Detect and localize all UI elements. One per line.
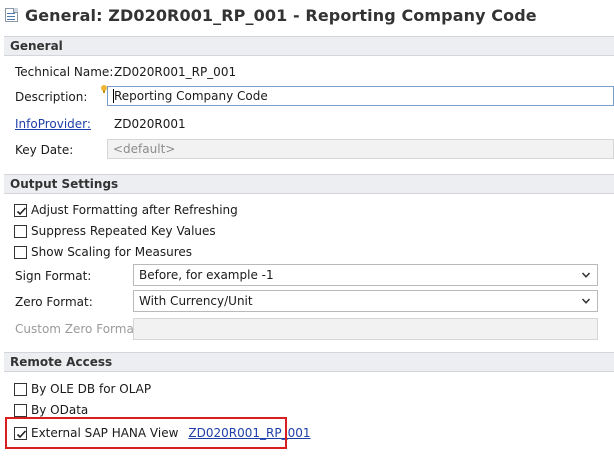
technical-name-value: ZD020R001_RP_001 bbox=[114, 65, 237, 79]
zero-format-value: With Currency/Unit bbox=[139, 294, 253, 308]
sign-format-value: Before, for example -1 bbox=[139, 268, 274, 282]
section-general-header[interactable]: General bbox=[4, 36, 614, 56]
suppress-repeated-checkbox[interactable] bbox=[14, 224, 27, 238]
description-input[interactable]: Reporting Company Code bbox=[107, 86, 614, 106]
adjust-formatting-label: Adjust Formatting after Refreshing bbox=[31, 203, 238, 217]
highlight-annotation-box bbox=[5, 417, 287, 449]
infoprovider-value: ZD020R001 bbox=[114, 117, 186, 131]
show-scaling-checkbox[interactable] bbox=[14, 245, 27, 259]
zero-format-label: Zero Format: bbox=[15, 295, 93, 309]
suppress-repeated-checkbox-row[interactable]: Suppress Repeated Key Values bbox=[14, 224, 216, 238]
adjust-formatting-checkbox[interactable] bbox=[14, 203, 27, 217]
key-date-input: <default> bbox=[107, 139, 614, 159]
suppress-repeated-label: Suppress Repeated Key Values bbox=[31, 224, 216, 238]
custom-zero-format-input bbox=[133, 318, 598, 340]
chevron-down-icon bbox=[581, 298, 591, 304]
key-date-label: Key Date: bbox=[15, 143, 74, 157]
odata-label: By OData bbox=[31, 403, 89, 417]
description-label: Description: bbox=[15, 90, 88, 104]
odata-checkbox-row[interactable]: By OData bbox=[14, 403, 88, 417]
show-scaling-checkbox-row[interactable]: Show Scaling for Measures bbox=[14, 245, 192, 259]
ole-db-label: By OLE DB for OLAP bbox=[31, 382, 152, 396]
chevron-down-icon bbox=[581, 272, 591, 278]
editor-title: General: ZD020R001_RP_001 - Reporting Co… bbox=[25, 5, 537, 25]
section-output-settings-header[interactable]: Output Settings bbox=[4, 174, 614, 194]
document-icon bbox=[4, 7, 20, 23]
show-scaling-label: Show Scaling for Measures bbox=[31, 245, 193, 259]
ole-db-checkbox-row[interactable]: By OLE DB for OLAP bbox=[14, 382, 151, 396]
technical-name-label: Technical Name: bbox=[15, 65, 114, 79]
description-input-text: Reporting Company Code bbox=[114, 89, 268, 103]
custom-zero-format-label: Custom Zero Format: bbox=[15, 322, 143, 336]
zero-format-select[interactable]: With Currency/Unit bbox=[133, 290, 598, 312]
odata-checkbox[interactable] bbox=[14, 403, 27, 417]
sign-format-label: Sign Format: bbox=[15, 269, 92, 283]
checkmark-icon bbox=[16, 206, 27, 215]
adjust-formatting-checkbox-row[interactable]: Adjust Formatting after Refreshing bbox=[14, 203, 238, 217]
sign-format-select[interactable]: Before, for example -1 bbox=[133, 264, 598, 286]
editor-title-bar: General: ZD020R001_RP_001 - Reporting Co… bbox=[0, 0, 614, 30]
section-remote-access-header[interactable]: Remote Access bbox=[4, 352, 614, 372]
ole-db-checkbox[interactable] bbox=[14, 382, 27, 396]
infoprovider-link[interactable]: InfoProvider: bbox=[15, 117, 91, 131]
